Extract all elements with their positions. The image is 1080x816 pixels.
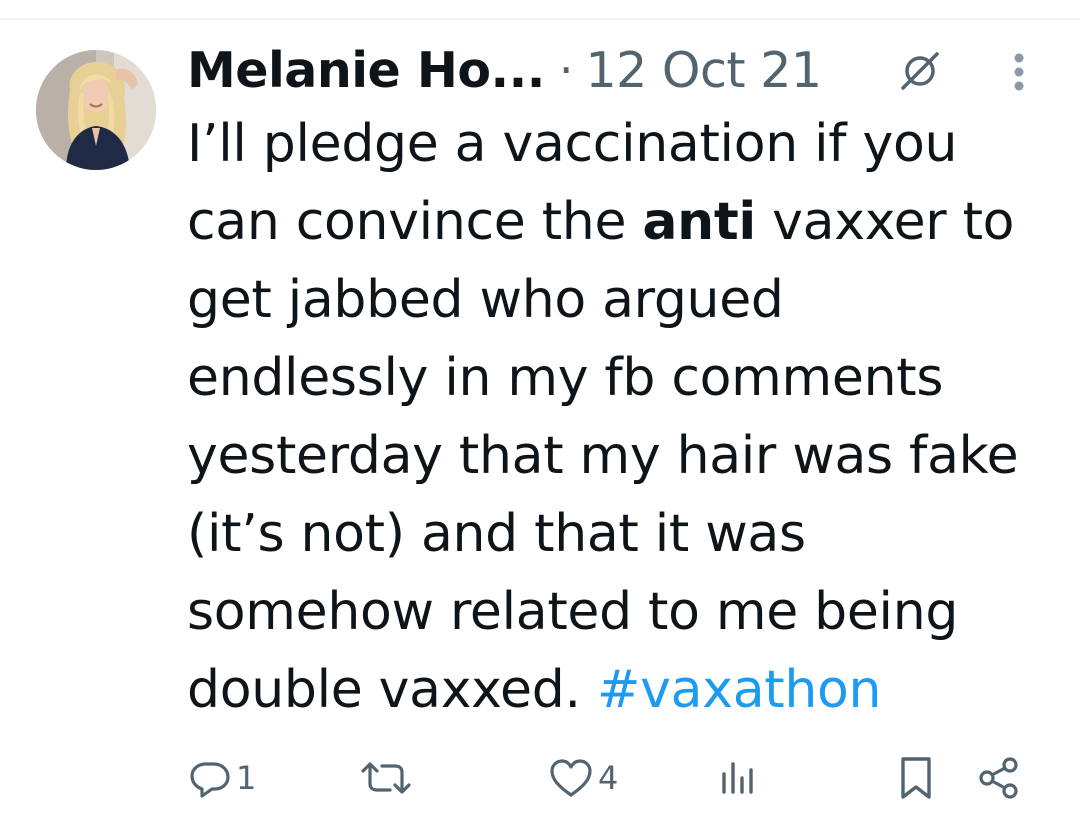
tweet-text-line: can convince the anti vaxxer to bbox=[187, 192, 1015, 252]
tweet-text: I’ll pledge a vaccination if you can con… bbox=[187, 105, 1067, 729]
bold-word: anti bbox=[642, 192, 756, 252]
tweet-text-line: yesterday that my hair was fake bbox=[187, 426, 1019, 486]
tweet-header: Melanie Ho... · 12 Oct 21 bbox=[187, 38, 1047, 102]
tweet-text-line: somehow related to me being bbox=[187, 582, 959, 642]
grok-icon bbox=[901, 52, 939, 90]
grok-button[interactable] bbox=[897, 48, 943, 94]
author-name[interactable]: Melanie Ho... bbox=[187, 42, 545, 99]
reply-button[interactable]: 1 bbox=[188, 748, 256, 808]
bookmark-icon bbox=[901, 757, 931, 799]
reply-count: 1 bbox=[236, 759, 257, 797]
like-count: 4 bbox=[598, 759, 619, 797]
views-button[interactable] bbox=[716, 748, 764, 808]
tweet-date[interactable]: 12 Oct 21 bbox=[585, 42, 822, 99]
retweet-button[interactable] bbox=[360, 748, 416, 808]
tweet-text-line: double vaxxed. #vaxathon bbox=[187, 660, 882, 720]
bookmark-button[interactable] bbox=[898, 748, 934, 808]
more-vertical-icon bbox=[1014, 53, 1024, 91]
tweet-text-line: get jabbed who argued bbox=[187, 270, 784, 330]
tweet-text-line: endlessly in my fb comments bbox=[187, 348, 944, 408]
avatar[interactable] bbox=[36, 50, 156, 170]
tweet-text-line: (it’s not) and that it was bbox=[187, 504, 806, 564]
tweet-text-line: I’ll pledge a vaccination if you bbox=[187, 114, 958, 174]
action-bar: 1 4 bbox=[0, 748, 1080, 808]
top-divider bbox=[0, 18, 1080, 20]
retweet-icon bbox=[361, 762, 411, 794]
like-button[interactable]: 4 bbox=[548, 748, 618, 808]
views-icon bbox=[722, 762, 753, 794]
hashtag-link[interactable]: #vaxathon bbox=[597, 660, 882, 720]
reply-icon bbox=[190, 762, 230, 798]
heart-icon bbox=[550, 759, 592, 797]
share-button[interactable] bbox=[976, 748, 1022, 808]
separator-dot: · bbox=[558, 43, 574, 97]
more-button[interactable] bbox=[1004, 50, 1034, 94]
share-icon bbox=[979, 757, 1018, 799]
avatar-photo bbox=[36, 50, 156, 170]
